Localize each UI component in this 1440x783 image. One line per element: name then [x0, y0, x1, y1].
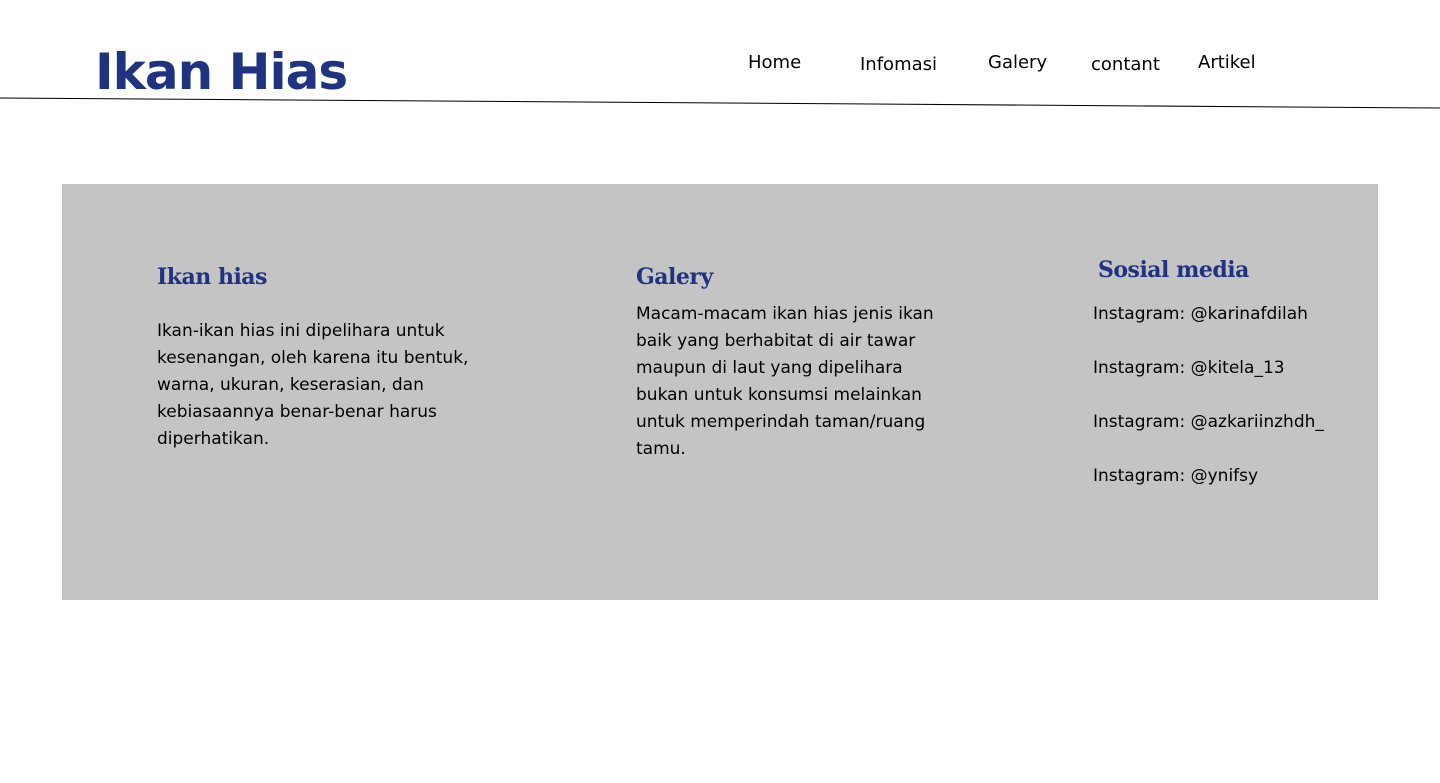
header-divider [0, 97, 1440, 109]
nav-link-home[interactable]: Home [748, 52, 801, 73]
social-link-instagram[interactable]: Instagram: @azkariinzhdh_ [1093, 409, 1324, 463]
nav-link-infomasi[interactable]: Infomasi [860, 54, 937, 75]
nav-link-galery[interactable]: Galery [988, 52, 1047, 73]
social-heading: Sosial media [1098, 257, 1249, 283]
footer-panel: Ikan hias Ikan-ikan hias ini dipelihara … [62, 184, 1378, 600]
social-link-instagram[interactable]: Instagram: @ynifsy [1093, 463, 1324, 517]
site-logo[interactable]: Ikan Hias [95, 42, 348, 102]
nav-link-artikel[interactable]: Artikel [1198, 52, 1256, 73]
about-heading: Ikan hias [157, 264, 267, 290]
social-list: Instagram: @karinafdilah Instagram: @kit… [1093, 301, 1324, 517]
about-text: Ikan-ikan hias ini dipelihara untuk kese… [157, 321, 469, 449]
social-link-instagram[interactable]: Instagram: @karinafdilah [1093, 301, 1324, 355]
nav-link-contant[interactable]: contant [1091, 54, 1160, 75]
gallery-text: Macam-macam ikan hias jenis ikan baik ya… [636, 304, 934, 459]
gallery-heading: Galery [636, 264, 713, 290]
social-link-instagram[interactable]: Instagram: @kitela_13 [1093, 355, 1324, 409]
